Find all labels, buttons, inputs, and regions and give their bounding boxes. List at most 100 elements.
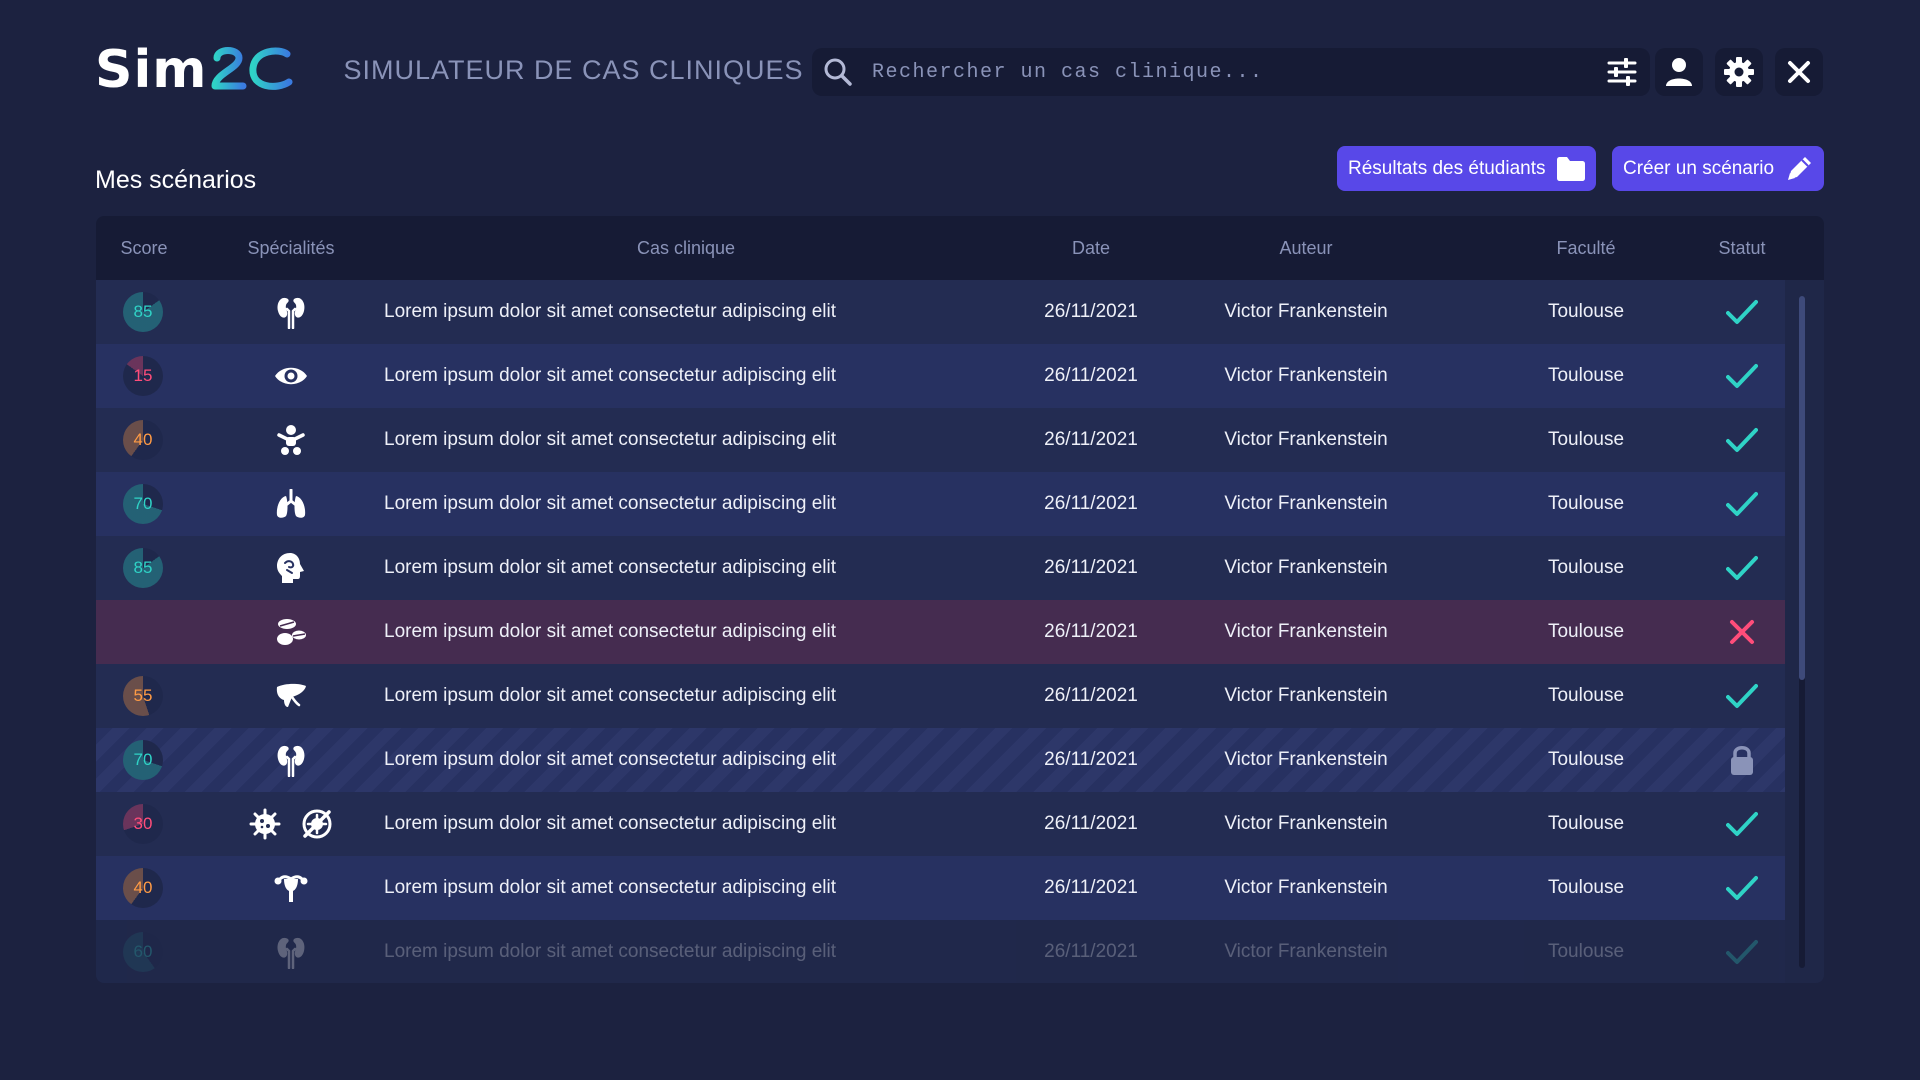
kidneys-icon: [275, 295, 307, 329]
specialties-cell: [236, 472, 346, 536]
table-row[interactable]: 60 Lorem ipsum dolor sit amet consectetu…: [96, 920, 1785, 983]
date-cell: 26/11/2021: [1044, 685, 1138, 706]
search-input[interactable]: [864, 48, 1594, 96]
score-badge: 85: [123, 292, 163, 332]
check-icon: [1726, 811, 1758, 837]
table-row[interactable]: 30 Lorem ipsum dolor sit amet consectetu…: [96, 792, 1785, 856]
table-row[interactable]: 55 Lorem ipsum dolor sit amet consectetu…: [96, 664, 1785, 728]
table-row[interactable]: 40 Lorem ipsum dolor sit amet consectetu…: [96, 408, 1785, 472]
cross-icon: [1729, 619, 1755, 645]
logo: Sim: [95, 40, 295, 100]
date-cell: 26/11/2021: [1044, 621, 1138, 642]
author-cell: Victor Frankenstein: [1224, 749, 1388, 770]
case-title[interactable]: Lorem ipsum dolor sit amet consectetur a…: [384, 856, 904, 920]
profile-button[interactable]: [1655, 48, 1703, 96]
column-header-case[interactable]: Cas clinique: [586, 216, 786, 280]
specialties-cell: [236, 408, 346, 472]
score-cell: 70: [122, 728, 164, 792]
case-title[interactable]: Lorem ipsum dolor sit amet consectetur a…: [384, 920, 904, 983]
case-title[interactable]: Lorem ipsum dolor sit amet consectetur a…: [384, 344, 904, 408]
case-title[interactable]: Lorem ipsum dolor sit amet consectetur a…: [384, 792, 904, 856]
status-cell: [1712, 408, 1772, 472]
table-row[interactable]: 70 Lorem ipsum dolor sit amet consectetu…: [96, 472, 1785, 536]
author-cell: Victor Frankenstein: [1224, 557, 1388, 578]
score-cell: 15: [122, 344, 164, 408]
table-row[interactable]: Lorem ipsum dolor sit amet consectetur a…: [96, 600, 1785, 664]
sliders-icon: [1607, 58, 1637, 86]
specialties-cell: [236, 600, 346, 664]
date-cell: 26/11/2021: [1044, 877, 1138, 898]
score-badge: 40: [123, 868, 163, 908]
column-header-status[interactable]: Statut: [1702, 216, 1782, 280]
date-cell: 26/11/2021: [1044, 493, 1138, 514]
date-cell: 26/11/2021: [1044, 429, 1138, 450]
faculty-cell: Toulouse: [1547, 493, 1625, 514]
scrollbar-thumb[interactable]: [1799, 296, 1805, 680]
status-cell: [1712, 600, 1772, 664]
case-title[interactable]: Lorem ipsum dolor sit amet consectetur a…: [384, 280, 904, 344]
faculty-cell: Toulouse: [1547, 301, 1625, 322]
scrollbar[interactable]: [1799, 296, 1805, 968]
table-row[interactable]: 40 Lorem ipsum dolor sit amet consectetu…: [96, 856, 1785, 920]
uterus-icon: [274, 873, 308, 903]
score-badge: [123, 612, 163, 652]
column-header-score[interactable]: Score: [108, 216, 180, 280]
case-title[interactable]: Lorem ipsum dolor sit amet consectetur a…: [384, 408, 904, 472]
author-cell: Victor Frankenstein: [1224, 685, 1388, 706]
app-subtitle: SIMULATEUR DE CAS CLINIQUES: [343, 54, 804, 85]
check-icon: [1726, 555, 1758, 581]
table-row[interactable]: 15 Lorem ipsum dolor sit amet consectetu…: [96, 344, 1785, 408]
close-icon: [1788, 61, 1810, 83]
specialties-cell: [236, 856, 346, 920]
case-title[interactable]: Lorem ipsum dolor sit amet consectetur a…: [384, 664, 904, 728]
check-icon: [1726, 683, 1758, 709]
specialties-cell: [236, 664, 346, 728]
check-icon: [1726, 299, 1758, 325]
specialties-cell: [236, 792, 346, 856]
column-header-date[interactable]: Date: [1036, 216, 1146, 280]
close-button[interactable]: [1775, 48, 1823, 96]
table-header: Score Spécialités Cas clinique Date Aute…: [96, 216, 1824, 280]
filter-button[interactable]: [1594, 48, 1650, 96]
folder-icon: [1556, 156, 1585, 181]
case-title[interactable]: Lorem ipsum dolor sit amet consectetur a…: [384, 472, 904, 536]
scenarios-table: Score Spécialités Cas clinique Date Aute…: [96, 216, 1824, 983]
search-icon: [812, 48, 864, 96]
student-results-button[interactable]: Résultats des étudiants: [1337, 146, 1596, 191]
score-cell: 40: [122, 408, 164, 472]
kidneys-icon: [275, 935, 307, 969]
author-cell: Victor Frankenstein: [1224, 429, 1388, 450]
create-scenario-button[interactable]: Créer un scénario: [1612, 146, 1825, 191]
table-row[interactable]: 70 Lorem ipsum dolor sit amet consectetu…: [96, 728, 1785, 792]
score-badge: 40: [123, 420, 163, 460]
check-icon: [1726, 363, 1758, 389]
no-virus-icon: [301, 808, 333, 840]
faculty-cell: Toulouse: [1547, 557, 1625, 578]
author-cell: Victor Frankenstein: [1224, 941, 1388, 962]
table-row[interactable]: 85 Lorem ipsum dolor sit amet consectetu…: [96, 536, 1785, 600]
status-cell: [1712, 728, 1772, 792]
author-cell: Victor Frankenstein: [1224, 365, 1388, 386]
check-icon: [1726, 939, 1758, 965]
score-cell: 60: [122, 920, 164, 983]
case-title[interactable]: Lorem ipsum dolor sit amet consectetur a…: [384, 600, 904, 664]
head-profile-icon: [276, 552, 306, 584]
column-header-author[interactable]: Auteur: [1246, 216, 1366, 280]
specialties-cell: [236, 536, 346, 600]
table-body: 85 Lorem ipsum dolor sit amet consectetu…: [96, 280, 1785, 983]
status-cell: [1712, 664, 1772, 728]
virus-icon: [249, 808, 281, 840]
specialties-cell: [236, 920, 346, 983]
column-header-faculty[interactable]: Faculté: [1526, 216, 1646, 280]
faculty-cell: Toulouse: [1547, 941, 1625, 962]
table-row[interactable]: 85 Lorem ipsum dolor sit amet consectetu…: [96, 280, 1785, 344]
column-header-specialties[interactable]: Spécialités: [226, 216, 356, 280]
page-title: Mes scénarios: [95, 166, 257, 194]
case-title[interactable]: Lorem ipsum dolor sit amet consectetur a…: [384, 728, 904, 792]
score-cell: 85: [122, 280, 164, 344]
app-window: Sim SIMULATEUR DE CAS CLINIQUES Recherch…: [0, 0, 1920, 1080]
case-title[interactable]: Lorem ipsum dolor sit amet consectetur a…: [384, 536, 904, 600]
settings-button[interactable]: [1715, 48, 1763, 96]
date-cell: 26/11/2021: [1044, 301, 1138, 322]
score-badge: 15: [123, 356, 163, 396]
